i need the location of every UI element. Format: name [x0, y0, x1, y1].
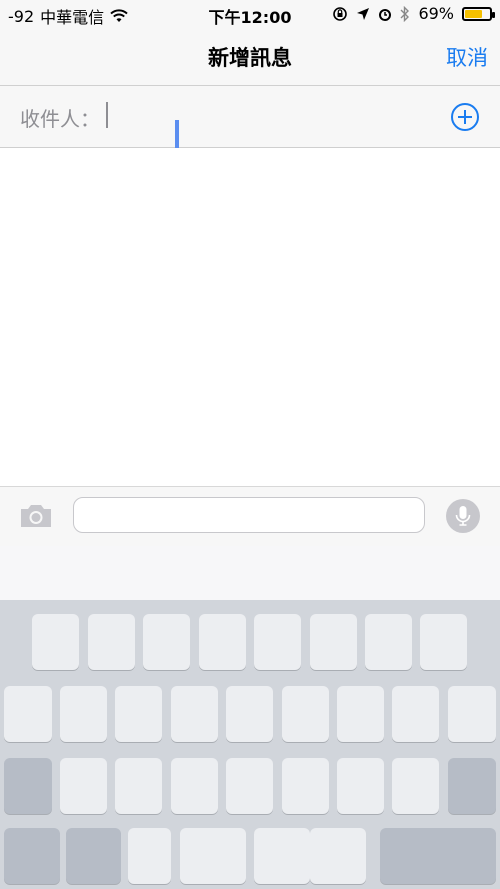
recipient-label: 收件人： — [20, 107, 100, 131]
alarm-icon — [379, 8, 392, 21]
battery-icon — [462, 6, 495, 21]
keyboard-key[interactable] — [392, 686, 439, 742]
message-input[interactable] — [73, 497, 425, 533]
microphone-icon — [455, 506, 471, 526]
keyboard-key[interactable] — [310, 828, 366, 884]
scroll-indicator — [175, 120, 179, 148]
keyboard-key[interactable] — [143, 614, 190, 670]
keyboard-key[interactable] — [448, 686, 496, 742]
keyboard-key[interactable] — [448, 758, 496, 814]
keyboard-key[interactable] — [282, 686, 329, 742]
keyboard-key[interactable] — [66, 828, 121, 884]
status-right: 69% — [332, 4, 495, 23]
battery-level — [465, 9, 482, 18]
keyboard-key[interactable] — [282, 758, 329, 814]
predictive-text-bar — [0, 546, 500, 600]
recipient-field[interactable]: 收件人： — [0, 86, 500, 148]
keyboard-key[interactable] — [171, 686, 218, 742]
keyboard-key[interactable] — [226, 686, 273, 742]
compose-bar — [0, 486, 500, 547]
bluetooth-icon — [400, 5, 410, 22]
keyboard-key[interactable] — [4, 686, 52, 742]
status-bar: -92 中華電信 下午12:00 69% — [0, 0, 500, 28]
keyboard-key[interactable] — [226, 758, 273, 814]
battery-percent: 69% — [418, 4, 454, 23]
keyboard-key[interactable] — [4, 828, 60, 884]
location-icon — [357, 7, 370, 20]
keyboard-key[interactable] — [254, 614, 301, 670]
keyboard-key[interactable] — [310, 614, 357, 670]
keyboard-key[interactable] — [115, 758, 162, 814]
rotation-lock-icon — [333, 6, 348, 21]
keyboard-key[interactable] — [32, 614, 79, 670]
keyboard-key[interactable] — [60, 758, 107, 814]
keyboard-key[interactable] — [115, 686, 162, 742]
keyboard-key[interactable] — [337, 686, 384, 742]
new-message-screen: -92 中華電信 下午12:00 69% 新增訊息 取消 收件人： — [0, 0, 500, 889]
keyboard-key[interactable] — [4, 758, 52, 814]
keyboard-key[interactable] — [254, 828, 310, 884]
message-thread-area — [0, 148, 500, 485]
microphone-button[interactable] — [446, 499, 480, 533]
keyboard-key[interactable] — [180, 828, 246, 884]
keyboard-key[interactable] — [420, 614, 467, 670]
keyboard-key[interactable] — [88, 614, 135, 670]
keyboard-key[interactable] — [365, 614, 412, 670]
cancel-button[interactable]: 取消 — [446, 42, 488, 72]
keyboard-key[interactable] — [337, 758, 384, 814]
add-contact-icon[interactable] — [450, 102, 480, 132]
keyboard — [0, 600, 500, 889]
text-cursor — [106, 102, 108, 128]
keyboard-key[interactable] — [128, 828, 171, 884]
keyboard-key[interactable] — [199, 614, 246, 670]
keyboard-key[interactable] — [392, 758, 439, 814]
page-title: 新增訊息 — [208, 46, 292, 70]
keyboard-key[interactable] — [171, 758, 218, 814]
navigation-bar: 新增訊息 取消 — [0, 28, 500, 86]
keyboard-key[interactable] — [380, 828, 496, 884]
keyboard-key[interactable] — [60, 686, 107, 742]
camera-icon[interactable] — [18, 502, 54, 530]
